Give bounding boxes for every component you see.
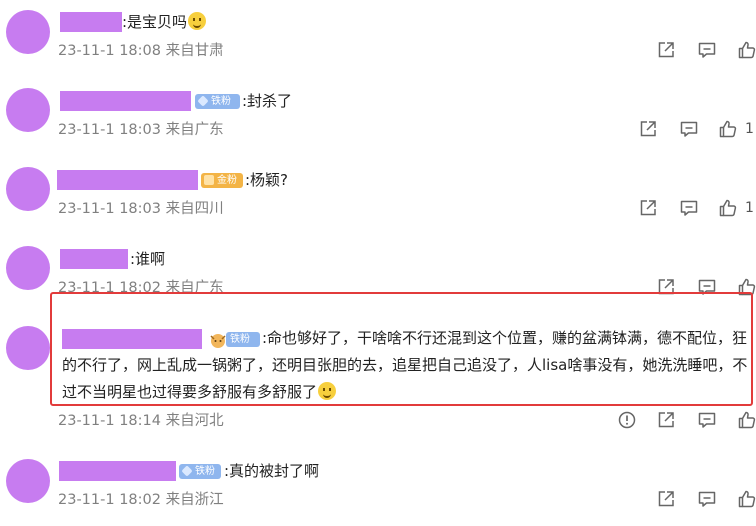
comment-icon[interactable] [697,489,717,509]
username-redacted[interactable] [59,461,176,481]
report-icon[interactable] [617,410,637,430]
comment-icon[interactable] [697,40,717,60]
username-redacted[interactable] [57,170,198,190]
smile-emoji-icon [188,12,207,30]
fan-badge: 铁粉5 [179,464,221,492]
crying-emoji-icon [318,382,337,400]
share-icon[interactable] [656,410,676,430]
comment-meta: 23-11-1 18:08 来自甘肃 [58,43,224,59]
comment-text: :封杀了 [242,92,293,110]
share-icon[interactable] [638,119,658,139]
diamond-icon [197,95,209,107]
username-redacted[interactable] [60,12,122,32]
share-icon[interactable] [656,40,676,60]
avatar[interactable] [6,459,50,503]
like-icon[interactable] [737,410,756,430]
comment-icon[interactable] [679,198,699,218]
share-icon[interactable] [656,489,676,509]
crown-icon [204,175,214,185]
like-icon[interactable] [737,489,756,509]
avatar[interactable] [6,326,50,370]
diamond-icon [181,465,193,477]
username-redacted[interactable] [60,91,191,111]
like-icon[interactable] [718,119,738,139]
fan-badge: 铁粉1 [195,94,240,122]
comment-meta: 23-11-1 18:03 来自广东 [58,122,224,138]
share-icon[interactable] [638,198,658,218]
comment-icon[interactable] [697,410,717,430]
comment-text: :命也够好了，干啥啥不行还混到这个位置，赚的盆满钵满，德不配位，狂的不行了，网上… [62,329,748,401]
comment-meta: 23-11-1 18:02 来自浙江 [58,492,224,508]
avatar[interactable] [6,88,50,132]
avatar[interactable] [6,10,50,54]
avatar[interactable] [6,167,50,211]
comment-meta: 23-11-1 18:14 来自河北 [58,413,224,429]
comment-text: :谁啊 [130,250,166,268]
like-count: 1 [745,121,754,137]
username-redacted[interactable] [60,249,128,269]
comment-icon[interactable] [679,119,699,139]
like-count: 1 [745,200,754,216]
comment-text: :真的被封了啊 [224,462,320,480]
like-icon[interactable] [718,198,738,218]
comment-text: :是宝贝吗 [122,12,207,32]
comment-meta: 23-11-1 18:03 来自四川 [58,201,224,217]
avatar[interactable] [6,246,50,290]
like-icon[interactable] [737,40,756,60]
comment-text: :杨颖? [245,171,289,189]
fan-badge: 金粉1 [201,173,243,201]
